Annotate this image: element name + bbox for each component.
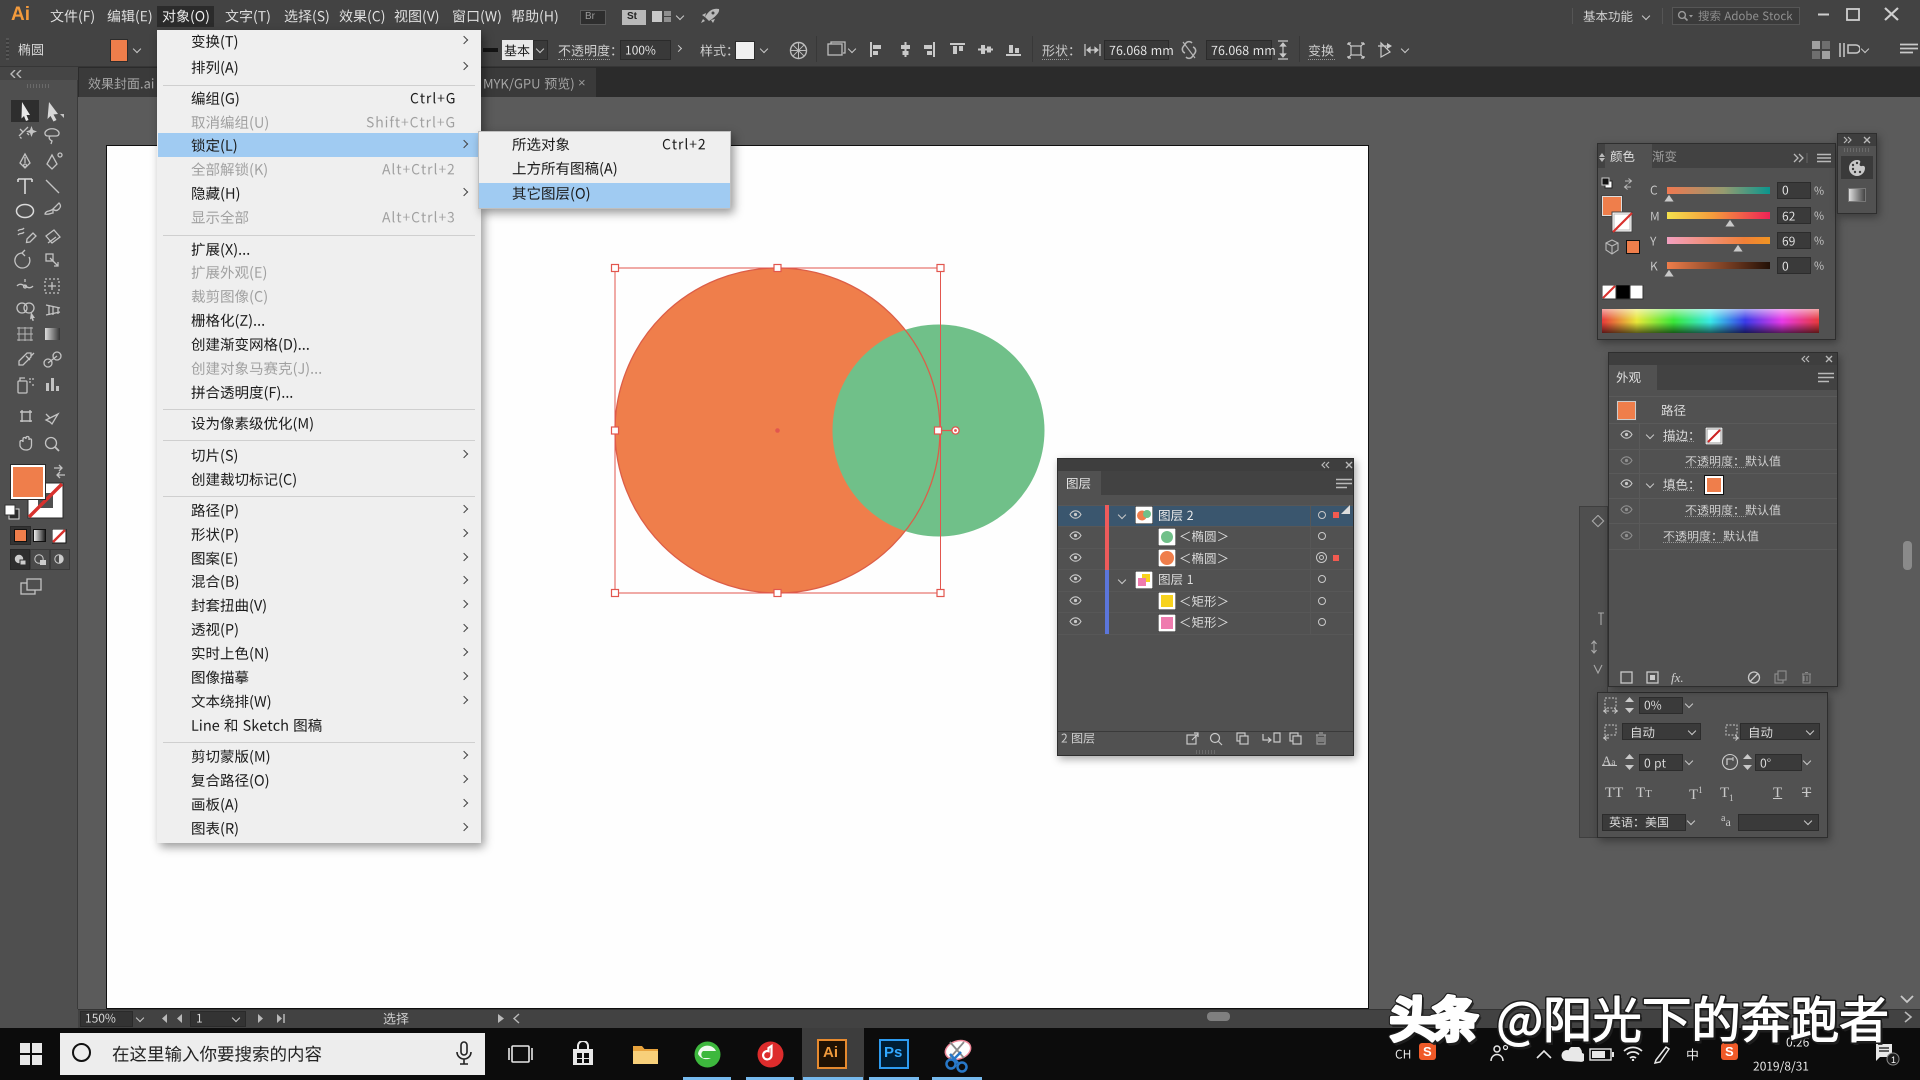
svg-text:1: 1: [1891, 1055, 1896, 1065]
